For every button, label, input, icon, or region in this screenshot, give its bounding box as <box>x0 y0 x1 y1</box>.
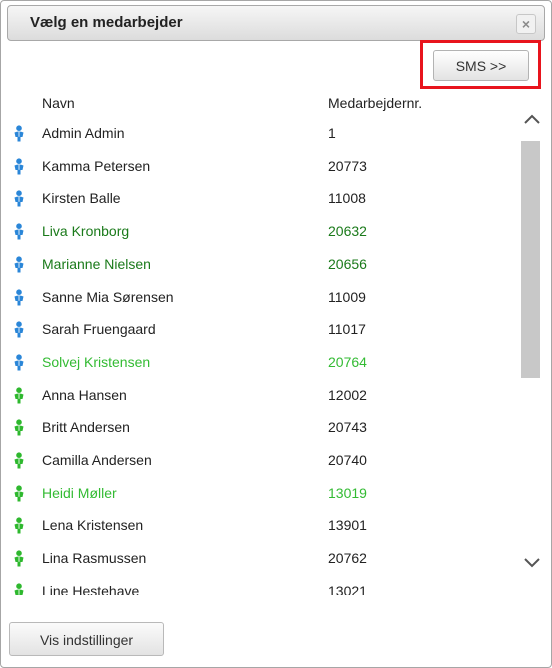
employee-number: 12002 <box>328 386 367 403</box>
employee-row[interactable]: Liva Kronborg 20632 <box>1 220 517 242</box>
employee-number: 20632 <box>328 223 367 240</box>
person-pin-icon <box>13 354 25 371</box>
employee-name: Heidi Møller <box>42 484 117 501</box>
employee-name: Kirsten Balle <box>42 190 121 207</box>
employee-name: Sanne Mia Sørensen <box>42 288 174 305</box>
employee-row[interactable]: Heidi Møller 13019 <box>1 482 517 504</box>
employee-row[interactable]: Admin Admin 1 <box>1 122 517 144</box>
employee-row[interactable]: Lena Kristensen 13901 <box>1 514 517 536</box>
person-pin-icon <box>13 419 25 436</box>
employee-name: Marianne Nielsen <box>42 255 151 272</box>
employee-name: Anna Hansen <box>42 386 127 403</box>
person-pin-icon <box>13 452 25 469</box>
employee-name: Lina Rasmussen <box>42 550 147 567</box>
employee-name: Britt Andersen <box>42 419 130 436</box>
employee-name: Line Hestehave <box>42 582 140 595</box>
person-pin-icon <box>13 125 25 142</box>
person-pin-icon <box>13 190 25 207</box>
employee-name: Solvej Kristensen <box>42 353 151 370</box>
sms-button[interactable]: SMS >> <box>433 50 529 81</box>
employee-name: Admin Admin <box>42 125 125 141</box>
employee-row[interactable]: Sarah Fruengaard 11017 <box>1 318 517 340</box>
employee-row[interactable]: Kamma Petersen 20773 <box>1 155 517 177</box>
employee-number: 13901 <box>328 517 367 534</box>
employee-row[interactable]: Lina Rasmussen 20762 <box>1 547 517 569</box>
employee-number: 13019 <box>328 484 367 501</box>
employee-list: Admin Admin 1 Kamma Petersen 20773 Kirsten B… <box>1 117 517 595</box>
employee-name: Sarah Fruengaard <box>42 321 156 338</box>
chevron-down-icon[interactable] <box>523 555 541 571</box>
chevron-up-icon[interactable] <box>523 111 541 127</box>
employee-row[interactable]: Marianne Nielsen 20656 <box>1 253 517 275</box>
employee-name: Lena Kristensen <box>42 517 144 534</box>
employee-row[interactable]: Camilla Andersen 20740 <box>1 449 517 471</box>
employee-row[interactable]: Anna Hansen 12002 <box>1 384 517 406</box>
employee-number: 20740 <box>328 452 367 468</box>
close-icon[interactable]: × <box>516 14 536 34</box>
employee-name: Kamma Petersen <box>42 157 151 174</box>
person-pin-icon <box>13 583 25 595</box>
person-pin-icon <box>13 256 25 273</box>
employee-picker-dialog: Vælg en medarbejder × SMS >> Navn Medarb… <box>0 0 552 668</box>
employee-row[interactable]: Britt Andersen 20743 <box>1 416 517 438</box>
employee-number: 20743 <box>328 419 367 436</box>
employee-number: 20762 <box>328 550 367 567</box>
person-pin-icon <box>13 386 25 404</box>
employee-number: 20764 <box>328 353 367 370</box>
person-pin-icon <box>13 288 25 306</box>
person-pin-icon <box>13 550 25 567</box>
employee-row[interactable]: Line Hestehave 13021 <box>1 580 517 595</box>
employee-name: Camilla Andersen <box>42 452 152 468</box>
column-header-number: Medarbejdernr. <box>328 95 423 111</box>
person-pin-icon <box>13 321 25 338</box>
employee-row[interactable]: Solvej Kristensen 20764 <box>1 351 517 373</box>
person-pin-icon <box>13 158 25 175</box>
person-pin-icon <box>13 485 25 502</box>
dialog-titlebar: Vælg en medarbejder × <box>7 5 545 41</box>
dialog-title: Vælg en medarbejder <box>30 14 183 31</box>
employee-number: 11009 <box>328 288 366 305</box>
scrollbar-thumb[interactable] <box>521 141 540 378</box>
employee-number: 20656 <box>328 255 367 272</box>
list-scrollbar[interactable] <box>517 107 547 579</box>
employee-number: 11008 <box>328 190 366 207</box>
employee-number: 11017 <box>328 321 366 338</box>
employee-number: 13021 <box>328 582 367 595</box>
column-header-name: Navn <box>42 95 75 111</box>
employee-row[interactable]: Sanne Mia Sørensen 11009 <box>1 286 517 308</box>
person-pin-icon <box>13 223 25 240</box>
employee-number: 1 <box>328 125 336 141</box>
show-settings-button[interactable]: Vis indstillinger <box>9 622 164 656</box>
employee-number: 20773 <box>328 157 367 174</box>
employee-row[interactable]: Kirsten Balle 11008 <box>1 187 517 209</box>
employee-name: Liva Kronborg <box>42 223 130 240</box>
person-pin-icon <box>13 517 25 534</box>
